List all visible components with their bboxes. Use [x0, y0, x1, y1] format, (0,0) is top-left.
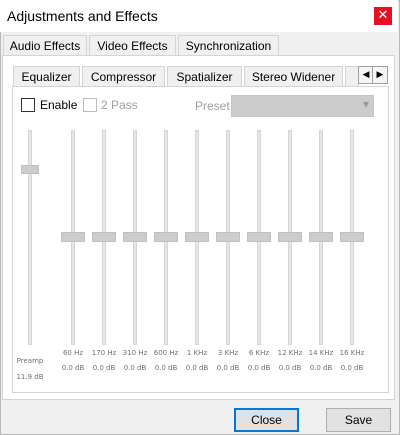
band-slider-handle[interactable] — [309, 232, 333, 242]
tab-compressor[interactable]: Compressor — [82, 66, 165, 86]
close-button[interactable]: Close — [234, 408, 299, 432]
save-button[interactable]: Save — [326, 408, 391, 432]
tab-audio-effects[interactable]: Audio Effects — [3, 35, 87, 55]
window-title: Adjustments and Effects — [7, 8, 158, 24]
enable-checkbox[interactable] — [21, 98, 35, 112]
preamp-label: Preamp — [16, 357, 44, 365]
band-slider-handle[interactable] — [185, 232, 209, 242]
close-icon[interactable]: ✕ — [374, 7, 392, 25]
title-bar: Adjustments and Effects ✕ — [0, 0, 398, 32]
preset-label: Preset — [195, 99, 230, 113]
tab-partial[interactable] — [345, 66, 359, 86]
two-pass-label: 2 Pass — [101, 98, 138, 112]
band-slider-handle[interactable] — [92, 232, 116, 242]
band-slider-handle[interactable] — [278, 232, 302, 242]
enable-label: Enable — [40, 98, 78, 112]
tab-synchronization[interactable]: Synchronization — [178, 35, 279, 55]
tab-stereo-widener[interactable]: Stereo Widener — [244, 66, 343, 86]
band-gain-label: 0.0 dB — [340, 364, 364, 372]
tab-spatializer[interactable]: Spatializer — [167, 66, 242, 86]
preset-select[interactable]: ▼ — [231, 95, 374, 117]
preamp-value: 11.9 dB — [16, 373, 44, 381]
band-slider-handle[interactable] — [61, 232, 85, 242]
band-slider-handle[interactable] — [247, 232, 271, 242]
tab-scroll-right-icon[interactable]: ▶ — [372, 66, 388, 84]
band-slider-handle[interactable] — [154, 232, 178, 242]
two-pass-checkbox[interactable] — [83, 98, 97, 112]
band-frequency-label: 16 KHz — [339, 349, 365, 357]
tab-video-effects[interactable]: Video Effects — [89, 35, 176, 55]
band-slider-handle[interactable] — [216, 232, 240, 242]
preamp-slider-handle[interactable] — [21, 165, 39, 174]
band-slider-handle[interactable] — [340, 232, 364, 242]
tab-equalizer[interactable]: Equalizer — [13, 66, 80, 86]
band-slider-handle[interactable] — [123, 232, 147, 242]
preamp-slider-track[interactable] — [28, 130, 32, 345]
chevron-down-icon: ▼ — [362, 100, 369, 109]
